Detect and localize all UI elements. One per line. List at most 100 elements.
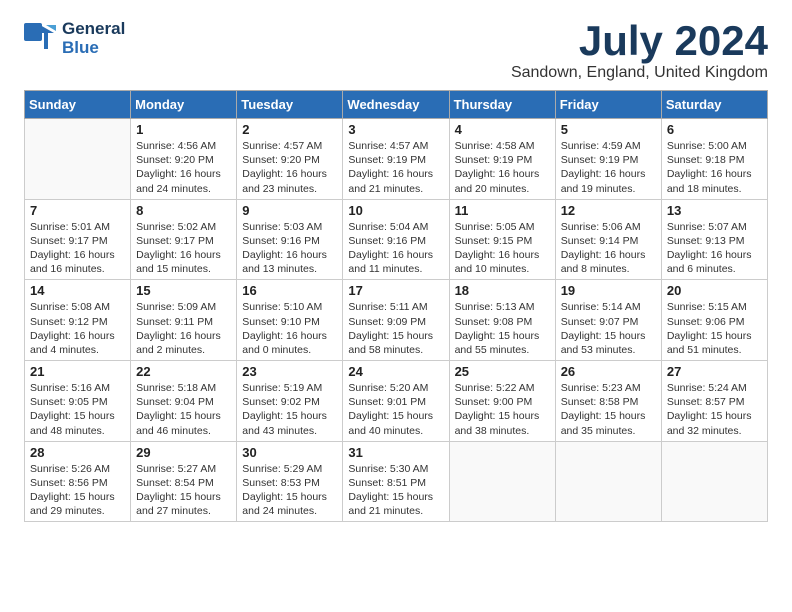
calendar-cell: 10 Sunrise: 5:04 AMSunset: 9:16 PMDayligh…: [343, 199, 449, 280]
calendar-cell: 19 Sunrise: 5:14 AMSunset: 9:07 PMDayligh…: [555, 280, 661, 361]
day-number: 17: [348, 283, 443, 298]
weekday-header: Monday: [131, 91, 237, 119]
day-number: 20: [667, 283, 762, 298]
calendar-cell: 5 Sunrise: 4:59 AMSunset: 9:19 PMDaylight…: [555, 119, 661, 200]
calendar-cell: 30Sunrise: 5:29 AMSunset: 8:53 PMDayligh…: [237, 441, 343, 522]
day-info: Sunrise: 5:04 AMSunset: 9:16 PMDaylight:…: [348, 220, 443, 277]
day-number: 30: [242, 445, 337, 460]
calendar-cell: 16Sunrise: 5:10 AMSunset: 9:10 PMDayligh…: [237, 280, 343, 361]
day-number: 14: [30, 283, 125, 298]
location: Sandown, England, United Kingdom: [511, 64, 768, 82]
day-number: 11: [455, 203, 550, 218]
weekday-header: Saturday: [661, 91, 767, 119]
calendar-cell: 25 Sunrise: 5:22 AMSunset: 9:00 PMDayligh…: [449, 361, 555, 442]
calendar-cell: 7 Sunrise: 5:01 AMSunset: 9:17 PMDaylight…: [25, 199, 131, 280]
weekday-header: Thursday: [449, 91, 555, 119]
day-info: Sunrise: 4:57 AMSunset: 9:20 PMDaylight:…: [242, 139, 337, 196]
calendar-cell: 26 Sunrise: 5:23 AMSunset: 8:58 PMDayligh…: [555, 361, 661, 442]
day-info: Sunrise: 5:00 AMSunset: 9:18 PMDaylight:…: [667, 139, 762, 196]
day-number: 25: [455, 364, 550, 379]
calendar-cell: [661, 441, 767, 522]
calendar-cell: 14 Sunrise: 5:08 AMSunset: 9:12 PMDayligh…: [25, 280, 131, 361]
calendar-cell: 23Sunrise: 5:19 AMSunset: 9:02 PMDayligh…: [237, 361, 343, 442]
day-number: 15: [136, 283, 231, 298]
calendar-cell: 6 Sunrise: 5:00 AMSunset: 9:18 PMDaylight…: [661, 119, 767, 200]
day-info: Sunrise: 5:27 AMSunset: 8:54 PMDaylight:…: [136, 462, 231, 519]
calendar-cell: 9Sunrise: 5:03 AMSunset: 9:16 PMDaylight…: [237, 199, 343, 280]
day-info: Sunrise: 4:56 AMSunset: 9:20 PMDaylight:…: [136, 139, 231, 196]
calendar-week-row: 14 Sunrise: 5:08 AMSunset: 9:12 PMDayligh…: [25, 280, 768, 361]
logo-blue: Blue: [62, 39, 125, 58]
title-block: July 2024 Sandown, England, United Kingd…: [511, 20, 768, 82]
calendar-cell: 21Sunrise: 5:16 AMSunset: 9:05 PMDayligh…: [25, 361, 131, 442]
day-number: 6: [667, 122, 762, 137]
day-number: 4: [455, 122, 550, 137]
calendar-cell: 4 Sunrise: 4:58 AMSunset: 9:19 PMDaylight…: [449, 119, 555, 200]
page: General Blue July 2024 Sandown, England,…: [0, 0, 792, 542]
day-info: Sunrise: 4:59 AMSunset: 9:19 PMDaylight:…: [561, 139, 656, 196]
day-number: 10: [348, 203, 443, 218]
day-number: 2: [242, 122, 337, 137]
day-info: Sunrise: 5:30 AMSunset: 8:51 PMDaylight:…: [348, 462, 443, 519]
calendar-cell: [25, 119, 131, 200]
day-number: 19: [561, 283, 656, 298]
day-info: Sunrise: 5:01 AMSunset: 9:17 PMDaylight:…: [30, 220, 125, 277]
calendar-cell: 13 Sunrise: 5:07 AMSunset: 9:13 PMDayligh…: [661, 199, 767, 280]
day-info: Sunrise: 5:05 AMSunset: 9:15 PMDaylight:…: [455, 220, 550, 277]
day-number: 5: [561, 122, 656, 137]
calendar-cell: 29Sunrise: 5:27 AMSunset: 8:54 PMDayligh…: [131, 441, 237, 522]
calendar-cell: 28Sunrise: 5:26 AMSunset: 8:56 PMDayligh…: [25, 441, 131, 522]
logo-icon: [24, 23, 56, 55]
day-info: Sunrise: 4:57 AMSunset: 9:19 PMDaylight:…: [348, 139, 443, 196]
day-number: 23: [242, 364, 337, 379]
calendar-cell: 8Sunrise: 5:02 AMSunset: 9:17 PMDaylight…: [131, 199, 237, 280]
day-number: 7: [30, 203, 125, 218]
day-info: Sunrise: 5:22 AMSunset: 9:00 PMDaylight:…: [455, 381, 550, 438]
calendar-cell: 20 Sunrise: 5:15 AMSunset: 9:06 PMDayligh…: [661, 280, 767, 361]
calendar-cell: 18 Sunrise: 5:13 AMSunset: 9:08 PMDayligh…: [449, 280, 555, 361]
day-info: Sunrise: 5:16 AMSunset: 9:05 PMDaylight:…: [30, 381, 125, 438]
logo-text: General Blue: [62, 20, 125, 57]
day-number: 26: [561, 364, 656, 379]
calendar-cell: 24Sunrise: 5:20 AMSunset: 9:01 PMDayligh…: [343, 361, 449, 442]
calendar-cell: 12Sunrise: 5:06 AMSunset: 9:14 PMDayligh…: [555, 199, 661, 280]
logo-general: General: [62, 20, 125, 39]
day-info: Sunrise: 5:06 AMSunset: 9:14 PMDaylight:…: [561, 220, 656, 277]
day-number: 16: [242, 283, 337, 298]
day-info: Sunrise: 5:14 AMSunset: 9:07 PMDaylight:…: [561, 300, 656, 357]
calendar-week-row: 28Sunrise: 5:26 AMSunset: 8:56 PMDayligh…: [25, 441, 768, 522]
calendar-cell: 31 Sunrise: 5:30 AMSunset: 8:51 PMDayligh…: [343, 441, 449, 522]
calendar-cell: 15Sunrise: 5:09 AMSunset: 9:11 PMDayligh…: [131, 280, 237, 361]
calendar-week-row: 1 Sunrise: 4:56 AMSunset: 9:20 PMDaylight…: [25, 119, 768, 200]
calendar: SundayMondayTuesdayWednesdayThursdayFrid…: [24, 90, 768, 522]
day-number: 18: [455, 283, 550, 298]
day-number: 3: [348, 122, 443, 137]
calendar-cell: 2 Sunrise: 4:57 AMSunset: 9:20 PMDaylight…: [237, 119, 343, 200]
calendar-cell: [449, 441, 555, 522]
day-number: 31: [348, 445, 443, 460]
calendar-cell: 22Sunrise: 5:18 AMSunset: 9:04 PMDayligh…: [131, 361, 237, 442]
logo: General Blue: [24, 20, 125, 57]
weekday-header: Tuesday: [237, 91, 343, 119]
calendar-cell: 11 Sunrise: 5:05 AMSunset: 9:15 PMDayligh…: [449, 199, 555, 280]
day-number: 22: [136, 364, 231, 379]
day-number: 9: [242, 203, 337, 218]
calendar-cell: 27Sunrise: 5:24 AMSunset: 8:57 PMDayligh…: [661, 361, 767, 442]
day-info: Sunrise: 4:58 AMSunset: 9:19 PMDaylight:…: [455, 139, 550, 196]
day-number: 27: [667, 364, 762, 379]
day-info: Sunrise: 5:23 AMSunset: 8:58 PMDaylight:…: [561, 381, 656, 438]
day-info: Sunrise: 5:02 AMSunset: 9:17 PMDaylight:…: [136, 220, 231, 277]
day-info: Sunrise: 5:15 AMSunset: 9:06 PMDaylight:…: [667, 300, 762, 357]
calendar-cell: 1 Sunrise: 4:56 AMSunset: 9:20 PMDaylight…: [131, 119, 237, 200]
calendar-cell: 17Sunrise: 5:11 AMSunset: 9:09 PMDayligh…: [343, 280, 449, 361]
day-number: 28: [30, 445, 125, 460]
day-number: 13: [667, 203, 762, 218]
day-info: Sunrise: 5:07 AMSunset: 9:13 PMDaylight:…: [667, 220, 762, 277]
day-info: Sunrise: 5:08 AMSunset: 9:12 PMDaylight:…: [30, 300, 125, 357]
day-number: 1: [136, 122, 231, 137]
calendar-week-row: 21Sunrise: 5:16 AMSunset: 9:05 PMDayligh…: [25, 361, 768, 442]
calendar-cell: [555, 441, 661, 522]
day-info: Sunrise: 5:13 AMSunset: 9:08 PMDaylight:…: [455, 300, 550, 357]
header: General Blue July 2024 Sandown, England,…: [24, 20, 768, 82]
weekday-header: Sunday: [25, 91, 131, 119]
